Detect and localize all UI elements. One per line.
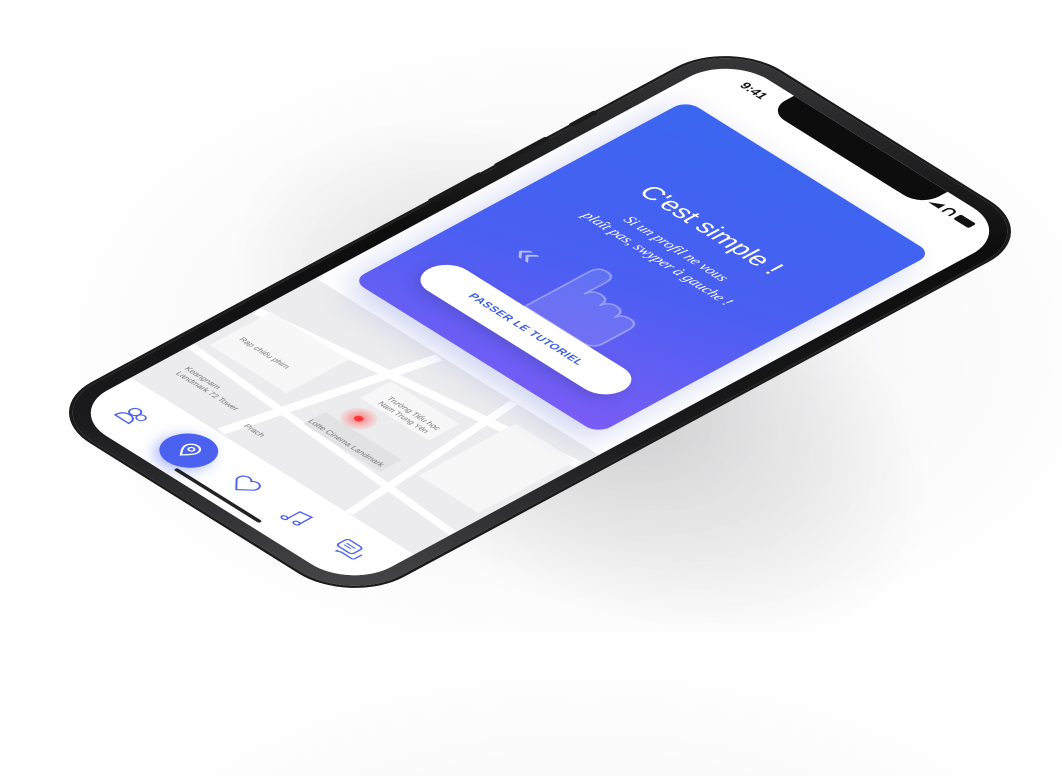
wifi-icon [941,206,959,217]
signal-icon [928,198,946,209]
heart-icon [235,475,261,491]
nav-location[interactable] [147,426,231,475]
nav-profile[interactable] [99,396,168,436]
battery-icon [953,214,977,228]
location-pin-icon [179,443,202,456]
map-label: Prach [241,422,268,439]
nav-music[interactable] [261,498,330,538]
nav-chat[interactable] [313,530,382,570]
chat-icon [334,538,363,560]
profile-icon [114,408,148,425]
status-icons [927,198,977,228]
music-icon [280,511,314,526]
swipe-arrows-icon: « [504,240,553,268]
status-time: 9:41 [736,80,772,102]
map-block [209,311,349,393]
